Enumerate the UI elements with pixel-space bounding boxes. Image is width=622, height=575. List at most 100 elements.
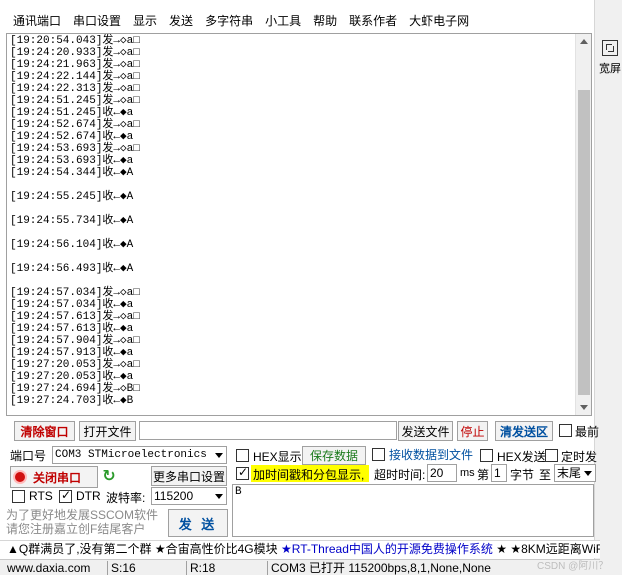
file-path-input[interactable] <box>139 421 397 440</box>
scroll-down-icon[interactable] <box>580 405 588 410</box>
receive-line: [19:27:20.053]收←◆a <box>10 371 134 383</box>
receive-line: [19:27:20.053]发→◇a□ <box>10 359 140 371</box>
baud-label: 波特率: <box>106 491 146 505</box>
widescreen-label: 宽屏 <box>599 63 621 75</box>
receive-line <box>10 251 575 263</box>
timestamp-label: 加时间戳和分包显示, <box>253 468 365 482</box>
scroll-up-icon[interactable] <box>580 39 588 44</box>
port-select[interactable]: COM3 STMicroelectronics STL <box>52 446 227 464</box>
receive-text: [19:20:54.043]发→◇a□ [19:24:20.933]发→◇a□ [1… <box>10 35 575 407</box>
menu-display[interactable]: 显示 <box>127 12 163 29</box>
receive-line: [19:24:57.034]发→◇a□ <box>10 287 140 299</box>
hex-send-checkbox[interactable] <box>480 449 493 462</box>
menu-tools[interactable]: 小工具 <box>259 12 307 29</box>
clear-window-button[interactable]: 清除窗口 <box>14 421 75 441</box>
receive-line: [19:24:54.344]收←◆A <box>10 167 134 179</box>
ad-text-2: ★RT-Thread中国人的开源免费操作系统 <box>280 542 493 556</box>
hex-display-checkbox[interactable] <box>236 449 249 462</box>
end-select[interactable]: 末尾 <box>554 464 596 482</box>
receive-line: [19:27:24.703]收←◆B <box>10 395 134 407</box>
close-port-label: 关闭串口 <box>33 470 82 485</box>
status-site[interactable]: www.daxia.com <box>4 561 106 575</box>
promo-line-1: 为了更好地发展SSCOM软件 <box>6 508 159 522</box>
close-port-button[interactable]: 关闭串口 <box>10 466 98 488</box>
frame-input[interactable]: 1 <box>491 464 507 482</box>
receive-line: [19:24:57.904]发→◇a□ <box>10 335 140 347</box>
rts-label: RTS <box>29 489 53 503</box>
send-textarea[interactable]: B <box>232 484 594 537</box>
menu-multi-string[interactable]: 多字符串 <box>199 12 259 29</box>
open-file-button[interactable]: 打开文件 <box>79 421 136 441</box>
menu-help[interactable]: 帮助 <box>307 12 343 29</box>
receive-line: [19:24:57.613]发→◇a□ <box>10 311 140 323</box>
top-most-label: 最前 <box>575 425 600 439</box>
more-settings-button[interactable]: 更多串口设置 <box>151 466 227 486</box>
byte-label: 字节 <box>510 468 535 482</box>
status-bar: www.daxia.com S:16 R:18 COM3 已打开 115200b… <box>0 559 600 575</box>
receive-line: [19:24:53.693]收←◆a <box>10 155 134 167</box>
stop-button[interactable]: 停止 <box>457 421 488 441</box>
ad-text-1: ▲Q群满员了,没有第二个群 ★合宙高性价比4G模块 <box>7 542 281 556</box>
dtr-checkbox[interactable] <box>59 488 72 503</box>
receive-line: [19:24:20.933]发→◇a□ <box>10 47 140 59</box>
to-label: 至 <box>539 468 552 482</box>
ad-bar[interactable]: ▲Q群满员了,没有第二个群 ★合宙高性价比4G模块 ★RT-Thread中国人的… <box>0 540 600 558</box>
receive-line: [19:27:24.694]发→◇B□ <box>10 383 140 395</box>
timestamp-checkbox[interactable] <box>236 465 249 480</box>
ad-text-3: ★ ★8KM远距离WiFi <box>492 542 600 556</box>
frame-label: 第 <box>477 468 490 482</box>
timeout-input[interactable]: 20 <box>427 464 457 482</box>
receive-scrollbar[interactable] <box>575 34 591 415</box>
receive-line: [19:24:22.144]发→◇a□ <box>10 71 140 83</box>
chevron-down-icon[interactable] <box>581 465 595 481</box>
widescreen-button[interactable]: 宽屏 <box>597 40 622 76</box>
receive-line: [19:24:21.963]发→◇a□ <box>10 59 140 71</box>
chevron-down-icon[interactable] <box>212 447 226 463</box>
menu-contact[interactable]: 联系作者 <box>343 12 403 29</box>
timeout-label: 超时时间: <box>374 468 426 482</box>
receive-line <box>10 275 575 287</box>
rts-checkbox[interactable] <box>12 490 25 503</box>
menu-send[interactable]: 发送 <box>163 12 199 29</box>
send-button[interactable]: 发 送 <box>168 509 228 537</box>
top-most-checkbox[interactable] <box>559 424 572 437</box>
receive-line: [19:24:52.674]收←◆a <box>10 131 134 143</box>
hex-send-label: HEX发送 <box>497 450 546 464</box>
chevron-down-icon[interactable] <box>212 488 226 504</box>
receive-line: [19:20:54.043]发→◇a□ <box>10 35 140 47</box>
receive-line: [19:24:53.693]发→◇a□ <box>10 143 140 155</box>
receive-line: [19:24:57.913]收←◆a <box>10 347 134 359</box>
recv-to-file-label: 接收数据到文件 <box>389 448 474 462</box>
expand-icon <box>602 40 618 56</box>
promo-line-2: 请您注册嘉立创F结尾客户 <box>6 522 146 536</box>
receive-line: [19:24:57.613]收←◆a <box>10 323 134 335</box>
status-port: COM3 已打开 115200bps,8,1,None,None <box>267 561 537 575</box>
recv-to-file-checkbox[interactable] <box>372 448 385 461</box>
menu-daxia-site[interactable]: 大虾电子网 <box>403 12 475 29</box>
timed-send-checkbox[interactable] <box>545 449 558 462</box>
side-panel: 宽屏 <box>594 0 622 575</box>
record-icon <box>13 470 27 484</box>
receive-line: [19:24:56.104]收←◆A <box>10 239 134 251</box>
port-label: 端口号 <box>10 449 47 463</box>
promo-text[interactable]: 为了更好地发展SSCOM软件 请您注册嘉立创F结尾客户 <box>6 508 166 538</box>
scroll-thumb[interactable] <box>578 90 590 395</box>
port-value: COM3 STMicroelectronics STL <box>55 449 227 461</box>
receive-area[interactable]: [19:20:54.043]发→◇a□ [19:24:20.933]发→◇a□ [1… <box>6 33 592 416</box>
receive-line: [19:24:52.674]发→◇a□ <box>10 119 140 131</box>
receive-line: [19:24:51.245]发→◇a□ <box>10 95 140 107</box>
menu-port[interactable]: 通讯端口 <box>0 12 67 29</box>
menu-serial-settings[interactable]: 串口设置 <box>67 12 127 29</box>
ms-label: ms <box>460 467 475 479</box>
receive-line <box>10 179 575 191</box>
receive-line: [19:24:57.034]收←◆a <box>10 299 134 311</box>
baud-select[interactable]: 115200 <box>151 487 227 505</box>
refresh-icon[interactable]: ↻ <box>100 468 118 486</box>
receive-line: [19:24:51.245]收←◆a <box>10 107 134 119</box>
watermark: CSDN @阿川？ <box>537 561 609 572</box>
save-data-button[interactable]: 保存数据 <box>302 446 366 465</box>
send-file-button[interactable]: 发送文件 <box>398 421 453 441</box>
receive-line: [19:24:22.313]发→◇a□ <box>10 83 140 95</box>
receive-line: [19:24:56.493]收←◆A <box>10 263 134 275</box>
clear-send-button[interactable]: 清发送区 <box>495 421 553 441</box>
